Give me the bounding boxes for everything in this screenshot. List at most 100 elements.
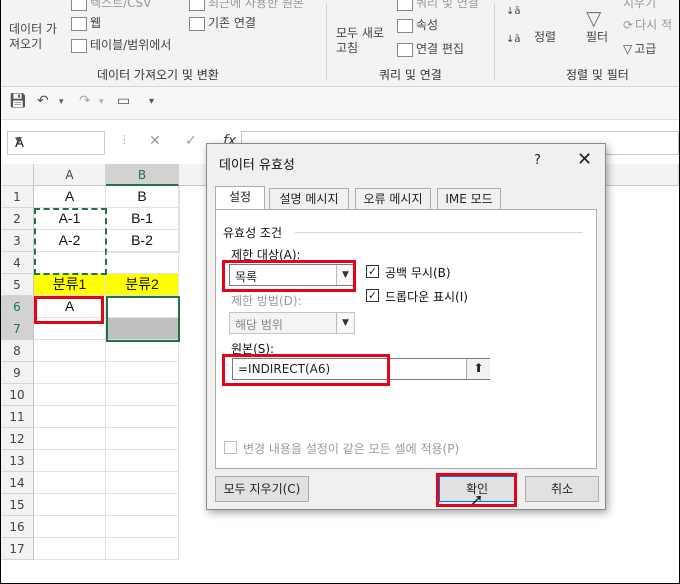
ignore-blank-checkbox[interactable]: ✓ [366,265,379,278]
filter-button[interactable]: 필터 [586,28,608,45]
highlight-source [222,354,390,386]
cell-b17[interactable] [106,538,179,560]
redo-dropdown-icon[interactable]: ▾ [99,97,104,107]
dropdown-label: 드롭다운 표시(I) [385,290,468,304]
cell-b9[interactable] [106,362,179,384]
cell-a16[interactable] [34,516,106,538]
cancel-button[interactable]: 취소 [525,476,599,502]
sort-button[interactable]: 정렬 [534,28,556,45]
row-header[interactable]: 13 [1,450,34,472]
table-range-button[interactable]: 테이블/범위에서 [71,36,171,53]
cell-a1[interactable]: A [34,186,106,208]
edit-links-button[interactable]: 연결 편집 [397,40,464,57]
open-folder-icon[interactable]: ▭ [117,93,130,109]
highlight-allow [222,260,356,292]
data-select-value: 해당 범위 [235,318,283,332]
cell-a9[interactable] [34,362,106,384]
row-header[interactable]: 16 [1,516,34,538]
row-header[interactable]: 14 [1,472,34,494]
row-header[interactable]: 15 [1,494,34,516]
cell-b8[interactable] [106,340,179,362]
row-header[interactable]: 4 [1,252,34,274]
tab-error-alert[interactable]: 오류 메시지 [355,188,431,209]
row-header[interactable]: 7 [1,318,34,340]
copy-marquee [34,208,107,275]
data-label: 제한 방법(D): [231,294,302,308]
close-icon[interactable]: ✕ [577,149,592,170]
data-select[interactable]: 해당 범위 ▼ [229,312,355,334]
row-header[interactable]: 3 [1,230,34,252]
cell-a14[interactable] [34,472,106,494]
text-csv-icon [71,0,87,11]
clear-all-button[interactable]: 모두 지우기(C) [215,476,309,502]
row-header[interactable]: 8 [1,340,34,362]
cell-b16[interactable] [106,516,179,538]
cell-b5[interactable]: 분류2 [106,274,179,296]
clear-button[interactable]: 지우기 [623,0,656,11]
cell-a12[interactable] [34,428,106,450]
cell-b11[interactable] [106,406,179,428]
name-box[interactable]: A ▼ [7,131,105,155]
chevron-down-icon[interactable]: ▼ [336,313,354,333]
column-header-b[interactable]: B [106,164,179,186]
cell-a15[interactable] [34,494,106,516]
web-button[interactable]: 웹 [71,14,101,31]
get-data-button[interactable]: 데이터 가 져오기 [9,22,57,52]
cell-b13[interactable] [106,450,179,472]
sort-desc-button[interactable]: ↓ā [506,34,521,45]
row-header[interactable]: 2 [1,208,34,230]
row-header[interactable]: 9 [1,362,34,384]
select-all-corner[interactable] [1,164,34,186]
properties-button[interactable]: 속성 [397,16,438,33]
text-csv-button[interactable]: 텍스트/CSV [71,0,151,11]
cell-a5[interactable]: 분류1 [34,274,106,296]
row-header[interactable]: 10 [1,384,34,406]
save-icon[interactable]: 💾︎ [9,93,27,109]
properties-icon [397,18,413,33]
cancel-icon[interactable]: ✕ [149,133,161,149]
tab-settings[interactable]: 설정 [215,186,265,209]
cell-b10[interactable] [106,384,179,406]
queries-connections-button[interactable]: 쿼리 및 연결 [397,0,479,11]
mouse-cursor-icon: ➚ [470,490,484,509]
row-header[interactable]: 6 [1,296,34,318]
group-sort-filter-label: 정렬 및 필터 [566,68,629,82]
row-header[interactable]: 5 [1,274,34,296]
advanced-button[interactable]: ▽ 고급 [623,40,656,57]
row-header[interactable]: 17 [1,538,34,560]
cell-a11[interactable] [34,406,106,428]
redo-icon[interactable]: ↷ [79,93,91,109]
existing-connections-button[interactable]: 기존 연결 [189,14,256,31]
customize-qat-icon[interactable]: ▾ [149,96,154,107]
tab-ime-mode[interactable]: IME 모드 [437,188,501,209]
collapse-dialog-icon[interactable]: ⬆︎ [466,359,490,379]
row-header[interactable]: 11 [1,406,34,428]
undo-icon[interactable]: ↶ [37,93,49,109]
queries-icon [397,0,413,11]
cell-a10[interactable] [34,384,106,406]
cell-b14[interactable] [106,472,179,494]
cell-a13[interactable] [34,450,106,472]
cell-b15[interactable] [106,494,179,516]
recent-sources-button[interactable]: 최근에 사용한 원본 [189,0,304,11]
group-queries-label: 쿼리 및 연결 [379,68,442,82]
reapply-button[interactable]: ⟳ 다시 적 [623,16,672,33]
cell-b12[interactable] [106,428,179,450]
sort-asc-button[interactable]: ↓ā [506,6,521,17]
enter-icon[interactable]: ✓ [185,133,197,149]
cell-a8[interactable] [34,340,106,362]
row-header[interactable]: 12 [1,428,34,450]
refresh-all-button[interactable]: 모두 새로 고침 [336,26,384,56]
chevron-down-icon[interactable]: ▼ [15,136,98,146]
row-header[interactable]: 1 [1,186,34,208]
existing-connections-icon [189,16,205,31]
cell-b4[interactable] [106,252,179,274]
undo-dropdown-icon[interactable]: ▾ [59,97,64,107]
filter-icon: ▽ [586,6,602,30]
tab-input-message[interactable]: 설명 메시지 [269,188,349,209]
help-button[interactable]: ? [534,153,541,168]
apply-all-checkbox[interactable] [224,441,237,454]
dropdown-checkbox[interactable]: ✓ [366,289,379,302]
column-header-a[interactable]: A [34,164,106,186]
cell-a17[interactable] [34,538,106,560]
